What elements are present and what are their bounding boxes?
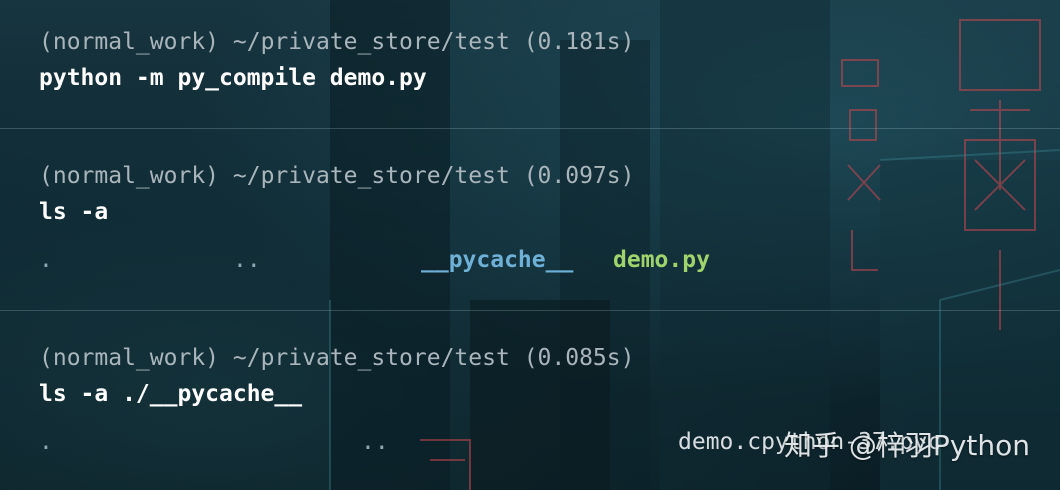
prompt-line-1: (normal_work) ~/private_store/test (0.18… [39,28,634,56]
prompt-duration: (0.097s) [523,163,635,189]
ls-entry-current-dir: . [39,429,53,455]
prompt-env: (normal_work) [39,163,220,189]
ls-entry-parent-dir: .. [361,429,389,455]
ls-entry-python-file: demo.py [613,247,710,273]
block-separator [0,128,1060,129]
prompt-line-3: (normal_work) ~/private_store/test (0.08… [39,344,634,372]
ls-entry-current-dir: . [39,247,53,273]
ls-entry-parent-dir: .. [233,247,261,273]
prompt-path: ~/private_store/test [232,29,510,55]
ls-entry-directory: __pycache__ [421,247,574,273]
command-line-1: python -m py_compile demo.py [39,65,427,91]
zhihu-watermark: 知乎 @梓羽Python [784,429,1030,462]
prompt-duration: (0.085s) [523,345,635,371]
terminal-output: (normal_work) ~/private_store/test (0.18… [0,0,1060,490]
command-line-2: ls -a [39,199,109,225]
prompt-path: ~/private_store/test [232,163,510,189]
prompt-path: ~/private_store/test [232,345,510,371]
prompt-env: (normal_work) [39,29,220,55]
prompt-duration: (0.181s) [523,29,635,55]
prompt-env: (normal_work) [39,345,220,371]
block-separator [0,310,1060,311]
command-line-3: ls -a ./__pycache__ [39,381,303,407]
prompt-line-2: (normal_work) ~/private_store/test (0.09… [39,162,634,190]
